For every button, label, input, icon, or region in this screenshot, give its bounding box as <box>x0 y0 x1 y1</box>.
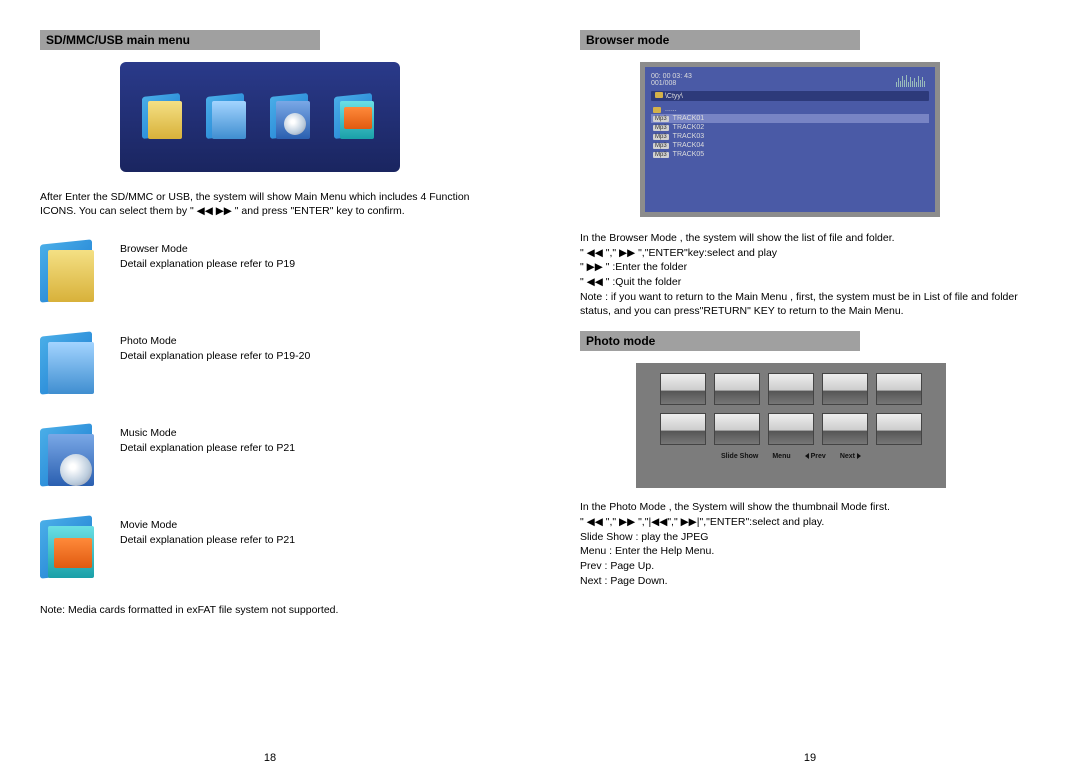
mode-row-browser: Browser Mode Detail explanation please r… <box>40 236 500 306</box>
exfat-note: Note: Media cards formatted in exFAT fil… <box>40 604 500 616</box>
figure-main-menu <box>120 62 400 172</box>
page-18: SD/MMC/USB main menu After Enter the SD/… <box>0 0 540 778</box>
list-item: Mp3TRACK02 <box>651 123 929 132</box>
next-label: Next <box>840 453 861 460</box>
list-item-label: ...... <box>665 106 677 113</box>
thumbnail <box>660 413 706 445</box>
movie-icon <box>334 89 378 145</box>
folder-icon <box>653 107 661 113</box>
heading-main-menu: SD/MMC/USB main menu <box>40 30 320 50</box>
folder-icon <box>655 92 663 98</box>
page-number: 19 <box>804 752 816 764</box>
photo-icon <box>40 328 100 398</box>
thumbnail <box>714 413 760 445</box>
mode-row-movie: Movie Mode Detail explanation please ref… <box>40 512 500 582</box>
mode-title: Browser Mode <box>120 242 295 256</box>
figure-browser-mode: 00: 00 03: 43 001/008 \Ctyy\ ...... Mp3T… <box>640 62 940 217</box>
playback-time: 00: 00 03: 43 <box>651 73 692 80</box>
page-19: Browser mode 00: 00 03: 43 001/008 \Ctyy… <box>540 0 1080 778</box>
music-icon <box>40 420 100 490</box>
thumbnail <box>822 413 868 445</box>
mode-title: Movie Mode <box>120 518 295 532</box>
page-number: 18 <box>264 752 276 764</box>
slideshow-label: Slide Show <box>721 453 758 460</box>
file-list: ...... Mp3TRACK01 Mp3TRACK02 Mp3TRACK03 … <box>651 105 929 159</box>
mode-row-photo: Photo Mode Detail explanation please ref… <box>40 328 500 398</box>
list-item: Mp3TRACK01 <box>651 114 929 123</box>
browser-icon <box>40 236 100 306</box>
mode-detail: Detail explanation please refer to P19-2… <box>120 349 310 363</box>
movie-icon <box>40 512 100 582</box>
heading-browser-mode: Browser mode <box>580 30 860 50</box>
list-item: Mp3TRACK05 <box>651 150 929 159</box>
menu-label: Menu <box>772 453 790 460</box>
figure-photo-mode: Slide Show Menu Prev Next <box>636 363 946 488</box>
thumbnail <box>768 413 814 445</box>
prev-label: Prev <box>805 453 826 460</box>
mode-detail: Detail explanation please refer to P21 <box>120 441 295 455</box>
browser-icon <box>142 89 186 145</box>
thumbnail <box>768 373 814 405</box>
thumbnail <box>660 373 706 405</box>
mode-row-music: Music Mode Detail explanation please ref… <box>40 420 500 490</box>
path-text: \Ctyy\ <box>665 93 683 100</box>
playback-counter: 001/008 <box>651 80 692 87</box>
thumbnail <box>714 373 760 405</box>
triangle-left-icon <box>805 453 809 459</box>
mode-detail: Detail explanation please refer to P19 <box>120 257 295 271</box>
browser-description: In the Browser Mode , the system will sh… <box>580 231 1040 319</box>
photo-description: In the Photo Mode , the System will show… <box>580 500 1040 588</box>
music-icon <box>270 89 314 145</box>
thumbnail <box>876 373 922 405</box>
waveform-icon <box>896 73 925 87</box>
mode-title: Music Mode <box>120 426 295 440</box>
heading-photo-mode: Photo mode <box>580 331 860 351</box>
mode-detail: Detail explanation please refer to P21 <box>120 533 295 547</box>
thumbnail <box>822 373 868 405</box>
list-item: Mp3TRACK04 <box>651 141 929 150</box>
main-menu-intro: After Enter the SD/MMC or USB, the syste… <box>40 190 500 218</box>
mode-title: Photo Mode <box>120 334 310 348</box>
thumbnail <box>876 413 922 445</box>
photo-icon <box>206 89 250 145</box>
triangle-right-icon <box>857 453 861 459</box>
list-item: Mp3TRACK03 <box>651 132 929 141</box>
